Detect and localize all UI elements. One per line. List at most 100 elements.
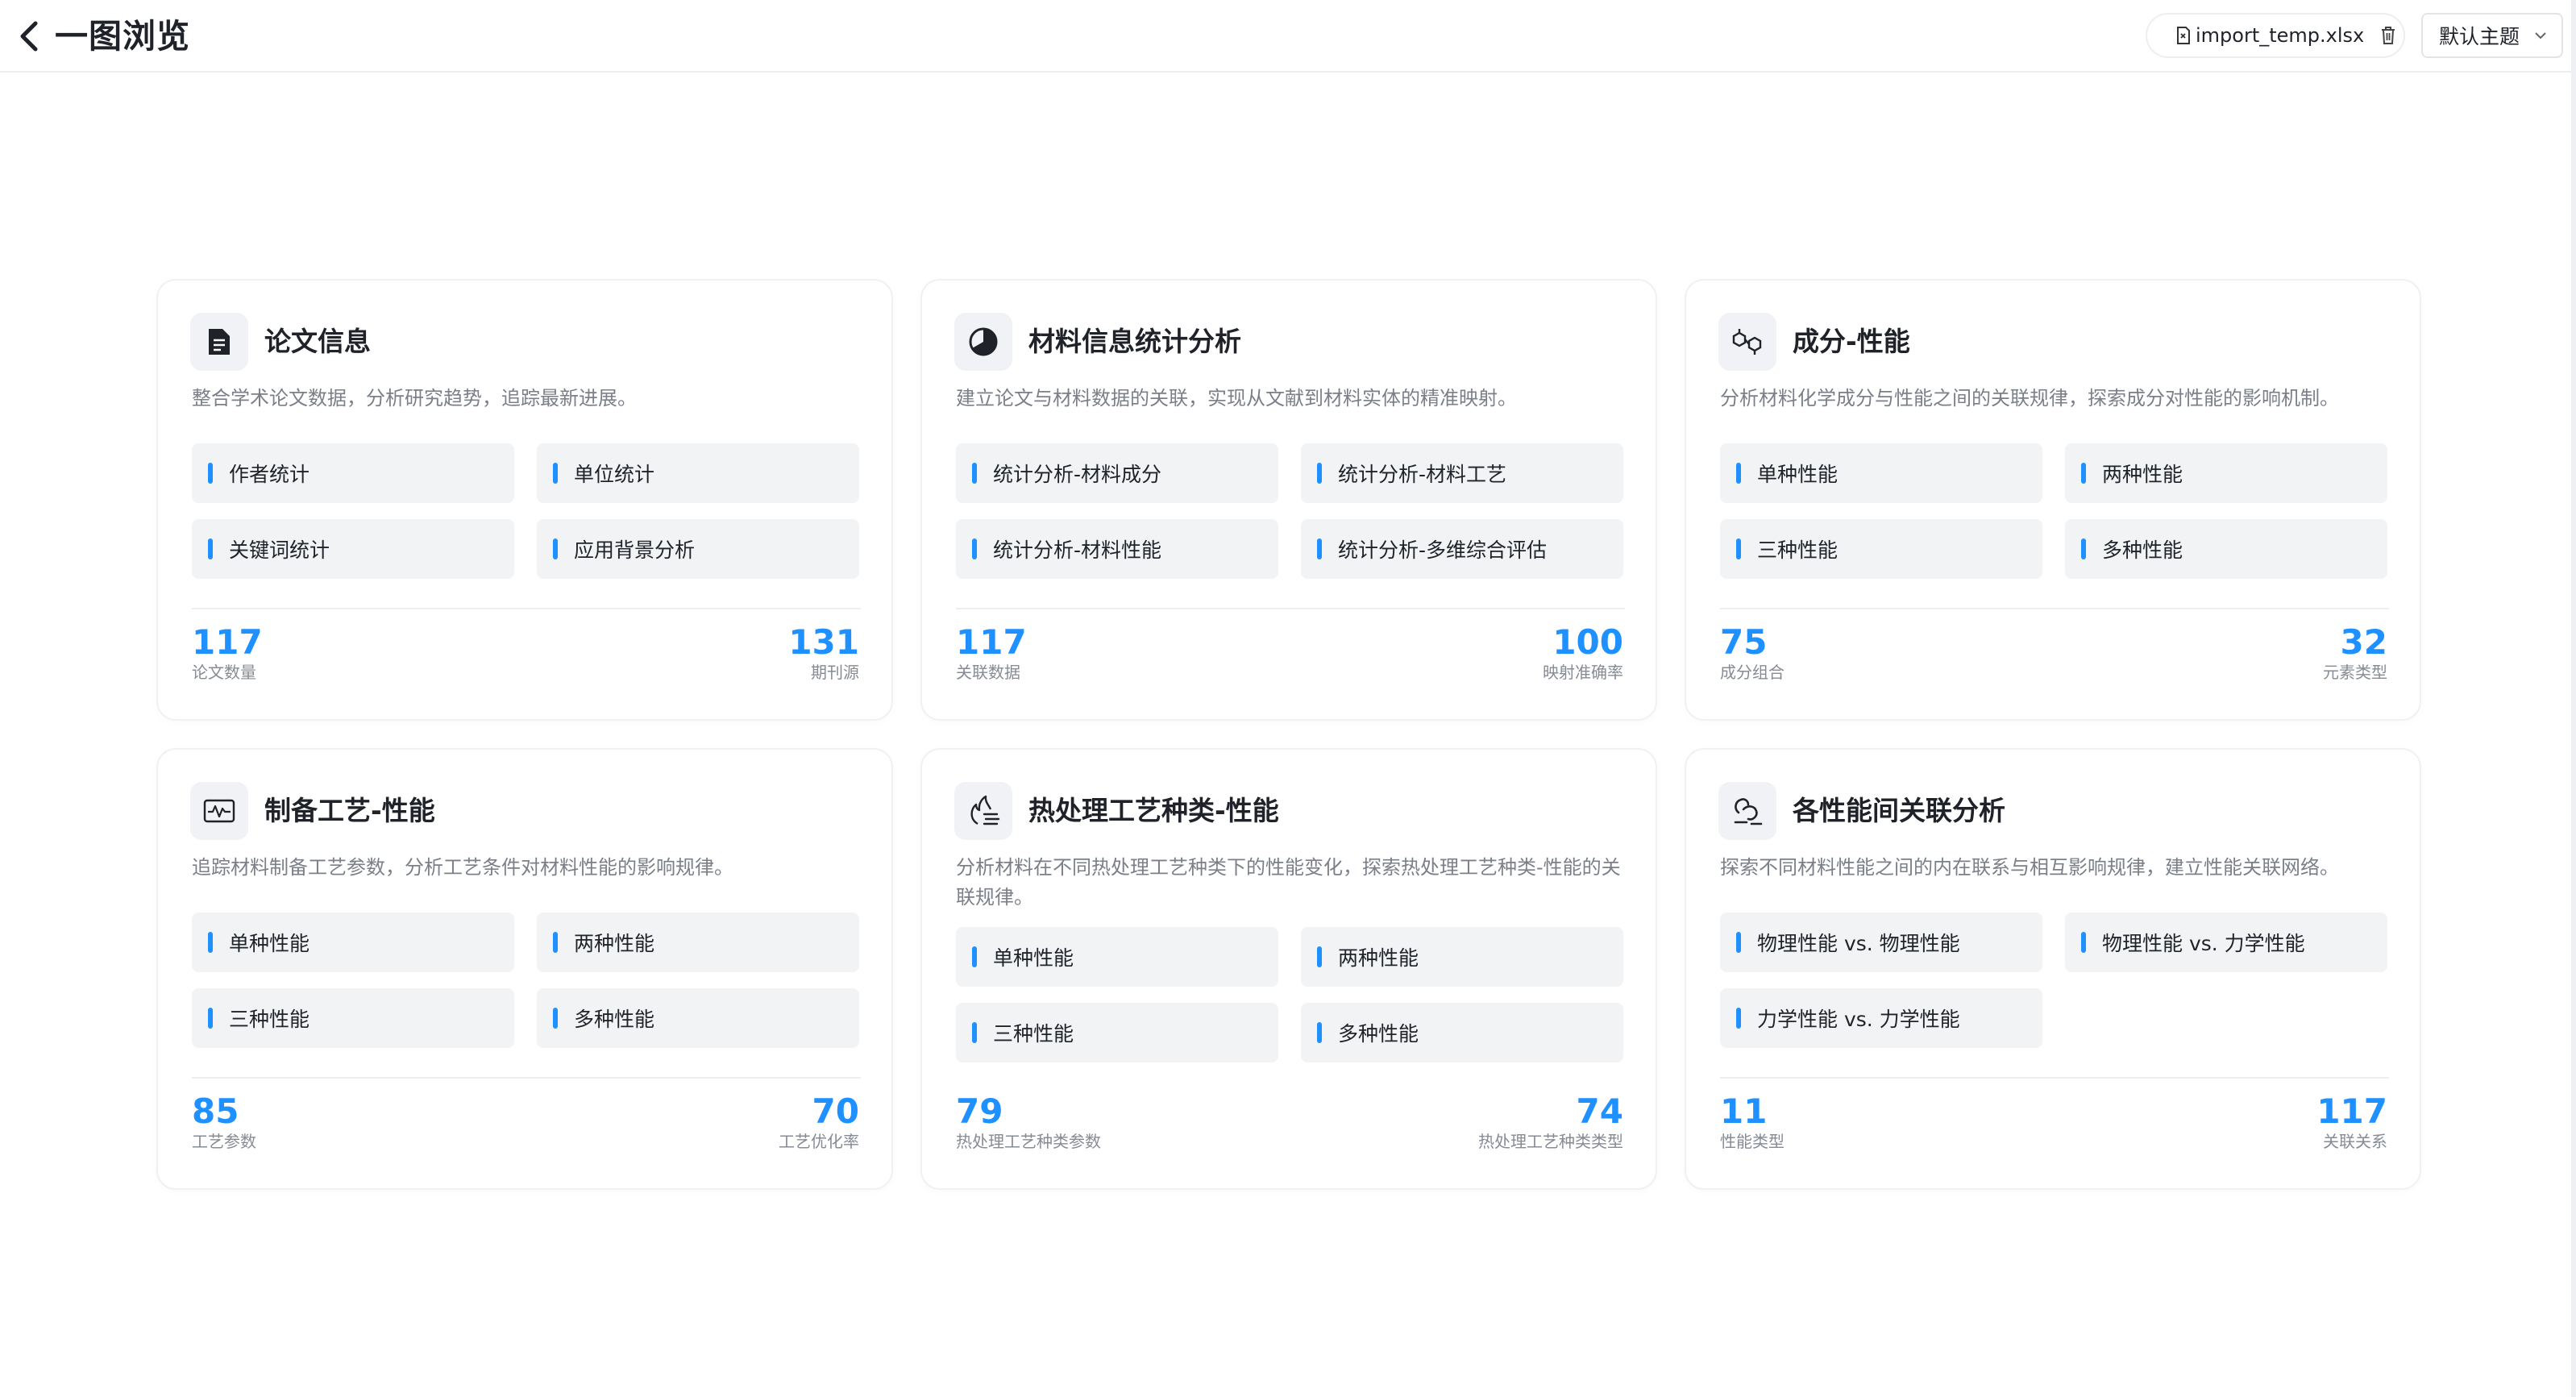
- card-material-stats: 材料信息统计分析 建立论文与材料数据的关联，实现从文献到材料实体的精准映射。 统…: [920, 279, 1657, 721]
- chip-marker: [2081, 932, 2086, 953]
- file-icon: [2177, 27, 2190, 44]
- stat-value-right: 70: [812, 1091, 859, 1131]
- chip-mechanical-vs-mechanical[interactable]: 力学性能 vs. 力学性能: [1720, 988, 2042, 1048]
- stat-value-left: 117: [192, 622, 263, 662]
- stat-label-right: 映射准确率: [1543, 663, 1623, 682]
- card-composition-performance: 成分-性能 分析材料化学成分与性能之间的关联规律，探索成分对性能的影响机制。 单…: [1685, 279, 2421, 721]
- card-heat-treatment-performance: 热处理工艺种类-性能 分析材料在不同热处理工艺种类下的性能变化，探索热处理工艺种…: [920, 748, 1657, 1190]
- chip-marker: [208, 463, 213, 484]
- stat-label-left: 工艺参数: [192, 1132, 256, 1151]
- card-desc: 分析材料化学成分与性能之间的关联规律，探索成分对性能的影响机制。: [1720, 387, 2339, 410]
- stat-label-left: 关联数据: [956, 663, 1020, 682]
- card-paper-info: 论文信息 整合学术论文数据，分析研究趋势，追踪最新进展。 作者统计 单位统计 关…: [156, 279, 893, 721]
- chip-two-performances[interactable]: 两种性能: [2065, 443, 2387, 503]
- card-desc: 整合学术论文数据，分析研究趋势，追踪最新进展。: [192, 387, 637, 410]
- waveform-icon: [203, 799, 235, 823]
- card-performance-correlation: 各性能间关联分析 探索不同材料性能之间的内在联系与相互影响规律，建立性能关联网络…: [1685, 748, 2421, 1190]
- back-button[interactable]: [11, 18, 47, 55]
- stat-label-left: 性能类型: [1720, 1132, 1785, 1151]
- top-bar: 一图浏览 import_temp.xlsx 默认主题: [0, 0, 2576, 73]
- card-process-performance: 制备工艺-性能 追踪材料制备工艺参数，分析工艺条件对材料性能的影响规律。 单种性…: [156, 748, 893, 1190]
- stat-value-left: 85: [192, 1091, 239, 1131]
- chip-two-performances[interactable]: 两种性能: [537, 913, 859, 972]
- theme-select-value: 默认主题: [2439, 25, 2520, 48]
- stat-label-right: 元素类型: [2323, 663, 2387, 682]
- card-title: 热处理工艺种类-性能: [1028, 795, 1279, 826]
- chip-three-performances[interactable]: 三种性能: [1720, 519, 2042, 579]
- stat-label-left: 成分组合: [1720, 663, 1785, 682]
- divider: [192, 608, 861, 609]
- chip-multiple-performances[interactable]: 多种性能: [2065, 519, 2387, 579]
- link-icon: [1734, 798, 1763, 825]
- chip-two-performances[interactable]: 两种性能: [1301, 927, 1623, 987]
- chip-multiple-performances[interactable]: 多种性能: [1301, 1003, 1623, 1062]
- card-title: 论文信息: [264, 326, 371, 357]
- chip-marker: [972, 538, 977, 559]
- chip-marker: [553, 463, 558, 484]
- card-icon-wrap: [1718, 313, 1776, 371]
- chip-multidimensional-evaluation[interactable]: 统计分析-多维综合评估: [1301, 519, 1623, 579]
- chip-marker: [1317, 463, 1322, 484]
- chip-single-performance[interactable]: 单种性能: [192, 913, 514, 972]
- molecule-icon: [1732, 329, 1762, 355]
- chip-multiple-performances[interactable]: 多种性能: [537, 988, 859, 1048]
- chip-author-stats[interactable]: 作者统计: [192, 443, 514, 503]
- chip-keyword-stats[interactable]: 关键词统计: [192, 519, 514, 579]
- chip-marker: [1317, 538, 1322, 559]
- stat-value-left: 79: [956, 1091, 1003, 1131]
- pie-chart-icon: [969, 327, 998, 356]
- chip-marker: [1736, 538, 1741, 559]
- chip-physical-vs-physical[interactable]: 物理性能 vs. 物理性能: [1720, 913, 2042, 972]
- chip-marker: [208, 1008, 213, 1029]
- chip-marker: [1736, 1008, 1741, 1029]
- trash-icon: [2382, 27, 2395, 44]
- stat-value-right: 131: [788, 622, 859, 662]
- document-icon: [209, 329, 230, 355]
- stat-value-right: 100: [1552, 622, 1623, 662]
- chip-three-performances[interactable]: 三种性能: [192, 988, 514, 1048]
- chip-marker: [553, 538, 558, 559]
- card-desc: 分析材料在不同热处理工艺种类下的性能变化，探索热处理工艺种类-性能的关联规律。: [956, 856, 1621, 908]
- page-title: 一图浏览: [55, 17, 190, 56]
- stat-label-right: 热处理工艺种类类型: [1478, 1132, 1623, 1151]
- theme-select[interactable]: 默认主题: [2421, 13, 2563, 58]
- heat-treatment-icon: [970, 795, 1000, 825]
- stat-label-right: 关联关系: [2323, 1132, 2387, 1151]
- stat-value-right: 74: [1576, 1091, 1623, 1131]
- chip-three-performances[interactable]: 三种性能: [956, 1003, 1278, 1062]
- card-desc: 建立论文与材料数据的关联，实现从文献到材料实体的精准映射。: [956, 387, 1517, 410]
- file-name: import_temp.xlsx: [2196, 24, 2365, 47]
- chip-marker: [972, 1022, 977, 1043]
- chip-application-background[interactable]: 应用背景分析: [537, 519, 859, 579]
- delete-file-button[interactable]: [2380, 26, 2396, 45]
- card-title: 材料信息统计分析: [1028, 326, 1241, 357]
- chip-affiliation-stats[interactable]: 单位统计: [537, 443, 859, 503]
- chip-marker: [972, 946, 977, 967]
- stat-value-right: 117: [2316, 1091, 2387, 1131]
- chip-marker: [1317, 946, 1322, 967]
- chevron-left-icon: [20, 21, 38, 52]
- chip-marker: [1736, 932, 1741, 953]
- stat-value-left: 11: [1720, 1091, 1768, 1131]
- chip-marker: [972, 463, 977, 484]
- scrollbar-track[interactable]: [2571, 0, 2576, 1397]
- card-title: 各性能间关联分析: [1793, 795, 2005, 826]
- chip-material-composition[interactable]: 统计分析-材料成分: [956, 443, 1278, 503]
- card-icon-wrap: [190, 313, 248, 371]
- file-chip[interactable]: import_temp.xlsx: [2146, 13, 2405, 58]
- chip-marker: [2081, 463, 2086, 484]
- chip-single-performance[interactable]: 单种性能: [1720, 443, 2042, 503]
- card-desc: 探索不同材料性能之间的内在联系与相互影响规律，建立性能关联网络。: [1720, 856, 2339, 879]
- chevron-down-icon: [2535, 32, 2546, 39]
- chip-physical-vs-mechanical[interactable]: 物理性能 vs. 力学性能: [2065, 913, 2387, 972]
- chip-marker: [1317, 1022, 1322, 1043]
- stat-label-right: 期刊源: [811, 663, 859, 682]
- chip-material-process[interactable]: 统计分析-材料工艺: [1301, 443, 1623, 503]
- card-icon-wrap: [954, 782, 1012, 840]
- chip-material-performance[interactable]: 统计分析-材料性能: [956, 519, 1278, 579]
- card-icon-wrap: [954, 313, 1012, 371]
- chip-single-performance[interactable]: 单种性能: [956, 927, 1278, 987]
- card-icon-wrap: [1718, 782, 1776, 840]
- stat-label-left: 热处理工艺种类参数: [956, 1132, 1101, 1151]
- card-title: 成分-性能: [1793, 326, 1910, 357]
